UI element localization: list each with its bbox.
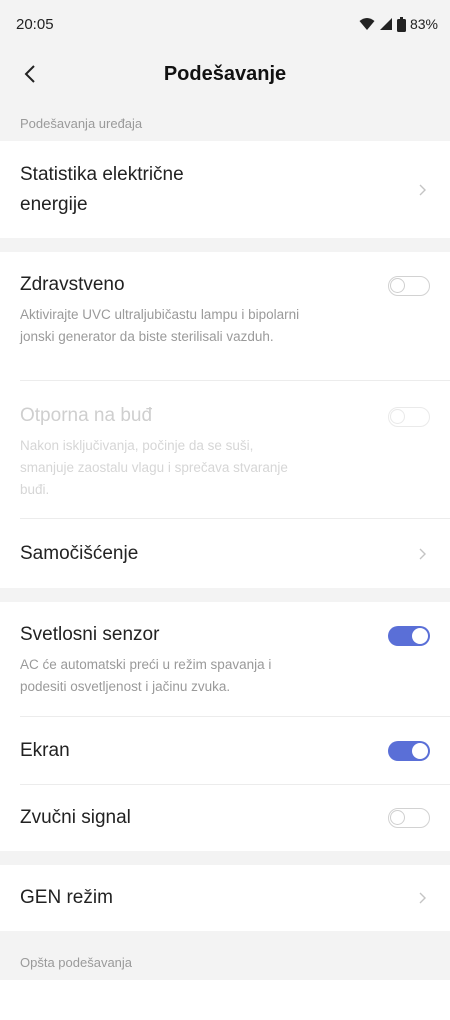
row-text: Zdravstveno Aktivirajte UVC ultraljubiča… bbox=[20, 270, 388, 348]
row-screen: Ekran bbox=[0, 717, 450, 784]
cell-signal-icon bbox=[379, 18, 392, 30]
status-bar: 20:05 83% bbox=[0, 0, 450, 48]
toggle-knob bbox=[412, 628, 428, 644]
row-anti-mold: Otporna na buđ Nakon isključivanja, poči… bbox=[0, 381, 450, 518]
row-energy-statistics[interactable]: Statistika električne energije bbox=[0, 141, 450, 238]
screen-toggle[interactable] bbox=[388, 740, 430, 761]
battery-icon bbox=[396, 16, 406, 32]
energy-statistics-title-line2: energije bbox=[20, 193, 88, 215]
back-button[interactable] bbox=[14, 58, 46, 90]
beep-title: Zvučni signal bbox=[20, 807, 131, 828]
anti-mold-toggle[interactable] bbox=[388, 407, 430, 427]
row-text: Ekran bbox=[20, 736, 388, 766]
healthy-description: Aktivirajte UVC ultraljubičastu lampu i … bbox=[20, 304, 364, 348]
row-text: Samočišćenje bbox=[20, 539, 416, 569]
energy-statistics-title-line1: Statistika električne bbox=[20, 163, 184, 185]
row-text: Zvučni signal bbox=[20, 803, 388, 833]
toggle-knob bbox=[390, 409, 405, 424]
anti-mold-desc-line1: Nakon isključivanja, počinje da se suši, bbox=[20, 438, 254, 453]
row-self-clean[interactable]: Samočišćenje bbox=[0, 519, 450, 588]
gen-mode-title: GEN režim bbox=[20, 887, 113, 908]
beep-toggle[interactable] bbox=[388, 808, 430, 828]
self-clean-title: Samočišćenje bbox=[20, 542, 139, 564]
chevron-right-icon bbox=[419, 548, 426, 559]
anti-mold-desc-line3: buđi. bbox=[20, 482, 50, 497]
light-sensor-desc-line2: podesiti osvetljenost i jačinu zvuka. bbox=[20, 679, 231, 694]
chevron-right-icon bbox=[419, 892, 426, 904]
status-time: 20:05 bbox=[16, 15, 54, 33]
healthy-toggle[interactable] bbox=[388, 276, 430, 296]
section-label-device: Podešavanja uređaja bbox=[20, 116, 143, 131]
card-functions: Zdravstveno Aktivirajte UVC ultraljubiča… bbox=[0, 252, 450, 588]
anti-mold-title: Otporna na buđ bbox=[20, 405, 153, 426]
toggle-knob bbox=[412, 742, 428, 759]
healthy-title: Zdravstveno bbox=[20, 274, 125, 295]
light-sensor-toggle[interactable] bbox=[388, 626, 430, 646]
section-label-general: Opšta podešavanja bbox=[20, 955, 133, 970]
chevron-right-icon bbox=[419, 184, 426, 195]
healthy-desc-line1: Aktivirajte UVC ultraljubičastu lampu i … bbox=[20, 307, 300, 322]
battery-percent: 83% bbox=[409, 16, 438, 32]
anti-mold-desc-line2: smanjuje zaostalu vlagu i sprečava stvar… bbox=[20, 460, 288, 475]
toggle-knob bbox=[390, 278, 405, 293]
light-sensor-title: Svetlosni senzor bbox=[20, 624, 160, 645]
row-text: Statistika električne energije bbox=[20, 160, 416, 220]
page-title: Podešavanje bbox=[163, 62, 287, 85]
row-text: Svetlosni senzor AC će automatski preći … bbox=[20, 620, 388, 698]
toggle-knob bbox=[390, 810, 405, 825]
healthy-desc-line2: jonski generator da biste sterilisali va… bbox=[20, 329, 274, 344]
status-icons: 83% bbox=[359, 16, 438, 32]
anti-mold-description: Nakon isključivanja, počinje da se suši,… bbox=[20, 435, 364, 501]
card-general bbox=[0, 980, 450, 1020]
row-text: Otporna na buđ Nakon isključivanja, poči… bbox=[20, 401, 388, 501]
card-statistics: Statistika električne energije bbox=[0, 141, 450, 238]
row-gen-mode[interactable]: GEN režim bbox=[0, 865, 450, 931]
row-light-sensor: Svetlosni senzor AC će automatski preći … bbox=[0, 602, 450, 716]
row-beep: Zvučni signal bbox=[0, 785, 450, 851]
back-arrow-icon bbox=[24, 65, 35, 83]
wifi-icon bbox=[359, 18, 375, 30]
header: Podešavanje bbox=[0, 48, 450, 100]
light-sensor-description: AC će automatski preći u režim spavanja … bbox=[20, 654, 364, 698]
screen-title: Ekran bbox=[20, 739, 70, 761]
card-display: Svetlosni senzor AC će automatski preći … bbox=[0, 602, 450, 851]
row-text: GEN režim bbox=[20, 883, 416, 913]
light-sensor-desc-line1: AC će automatski preći u režim spavanja … bbox=[20, 657, 272, 672]
row-healthy: Zdravstveno Aktivirajte UVC ultraljubiča… bbox=[0, 252, 450, 380]
card-gen: GEN režim bbox=[0, 865, 450, 931]
